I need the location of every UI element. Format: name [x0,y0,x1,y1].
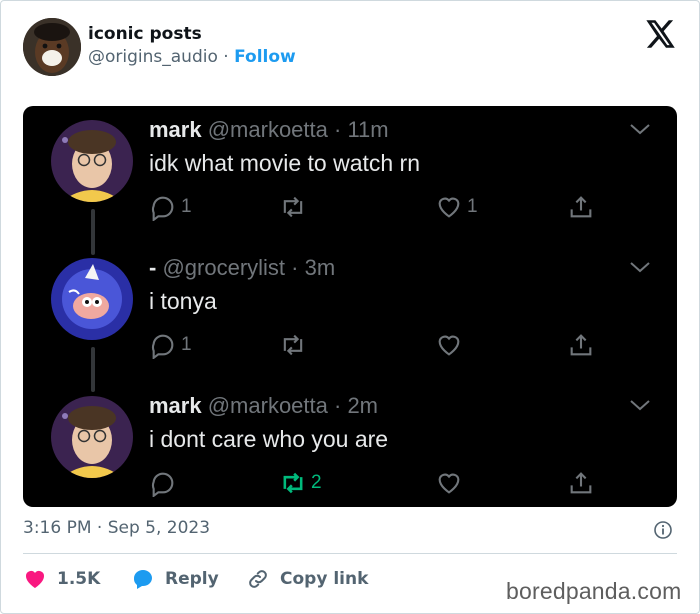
chevron-down-icon [630,124,650,135]
reply-bubble-icon [151,472,174,497]
copy-link-label: Copy link [280,569,369,589]
retweet-action [279,192,311,222]
person-avatar-icon [51,396,133,478]
chevron-down-icon [630,262,650,273]
post-actions-bar: 1.5K Reply Copy link [23,566,368,592]
account-handle[interactable]: @origins_audio [88,47,218,67]
heart-icon [438,197,460,218]
embedded-tweet-screenshot[interactable]: mark @markoetta · 11m idk what movie to … [23,106,677,507]
handle-separator: · [223,47,229,67]
tweet-text: idk what movie to watch rn [149,150,421,176]
post-timestamp[interactable]: 3:16 PM · Sep 5, 2023 [23,518,210,538]
retweet-icon [283,196,303,218]
share-action [567,192,595,222]
tweet-header: mark @markoetta · 11m [149,117,389,142]
like-button[interactable]: 1.5K [23,567,131,591]
retweet-icon [283,334,303,356]
like-count: 1 [467,196,478,217]
tweet-time: 2m [347,393,378,418]
tweet-header: mark @markoetta · 2m [149,393,378,418]
info-icon[interactable] [653,520,673,540]
tweet-author-handle: @markoetta [207,117,328,142]
retweet-count: 2 [311,472,322,493]
share-icon [570,472,592,494]
share-icon [570,196,592,218]
site-watermark: boredpanda.com [506,578,682,604]
person-avatar-icon [51,120,133,202]
reply-bubble-filled-icon [133,570,153,589]
tweet-author-name: - [149,255,157,280]
retweet-action: 2 [279,468,322,498]
reply-button[interactable]: Reply [131,567,246,591]
account-display-name[interactable]: iconic posts [88,24,202,44]
reply-bubble-icon [151,196,174,221]
heart-icon [438,335,460,356]
follow-button[interactable]: Follow [234,47,296,67]
tweet-text: i dont care who you are [149,426,389,452]
tweet-header: - @grocerylist · 3m [149,255,336,280]
copy-link-button[interactable]: Copy link [246,567,368,591]
reply-count: 1 [181,334,192,355]
tweet-action-row: 1 [149,330,592,360]
account-handle-line: @origins_audio · Follow [88,47,296,67]
share-action [567,468,595,498]
heart-icon [438,473,460,494]
like-action: 1 [435,192,478,222]
x-logo-icon[interactable] [646,20,676,48]
tweet-author-name: mark [149,393,202,418]
like-action [435,468,467,498]
reply-count: 1 [181,196,192,217]
reply-action [149,468,181,498]
like-action [435,330,467,360]
retweet-icon [283,472,303,494]
link-icon [249,570,267,588]
chevron-down-icon [630,400,650,411]
tweet-author-name: mark [149,117,202,142]
thread-tweet: mark @markoetta · 11m idk what movie to … [23,106,677,236]
share-icon [570,334,592,356]
tweet-time: 11m [347,117,389,142]
tweet-author-handle: @markoetta [207,393,328,418]
heart-filled-icon [26,571,44,588]
tweet-action-row: 2 [149,468,592,498]
reply-bubble-icon [151,334,174,359]
account-avatar[interactable] [23,18,81,76]
reply-action: 1 [149,330,192,360]
thread-tweet: mark @markoetta · 2m i dont care who you… [23,382,677,507]
like-count: 1.5K [57,569,101,589]
tweet-author-handle: @grocerylist [162,255,286,280]
share-action [567,330,595,360]
retweet-action [279,330,311,360]
reply-action: 1 [149,192,192,222]
tweet-time: 3m [304,255,336,280]
reply-label: Reply [165,569,219,589]
tweet-action-row: 1 1 [149,192,592,222]
footer-divider [23,553,677,554]
cartoon-avatar-icon [51,258,133,340]
tweet-text: i tonya [149,288,217,314]
thread-tweet: - @grocerylist · 3m i tonya 1 [23,244,677,374]
